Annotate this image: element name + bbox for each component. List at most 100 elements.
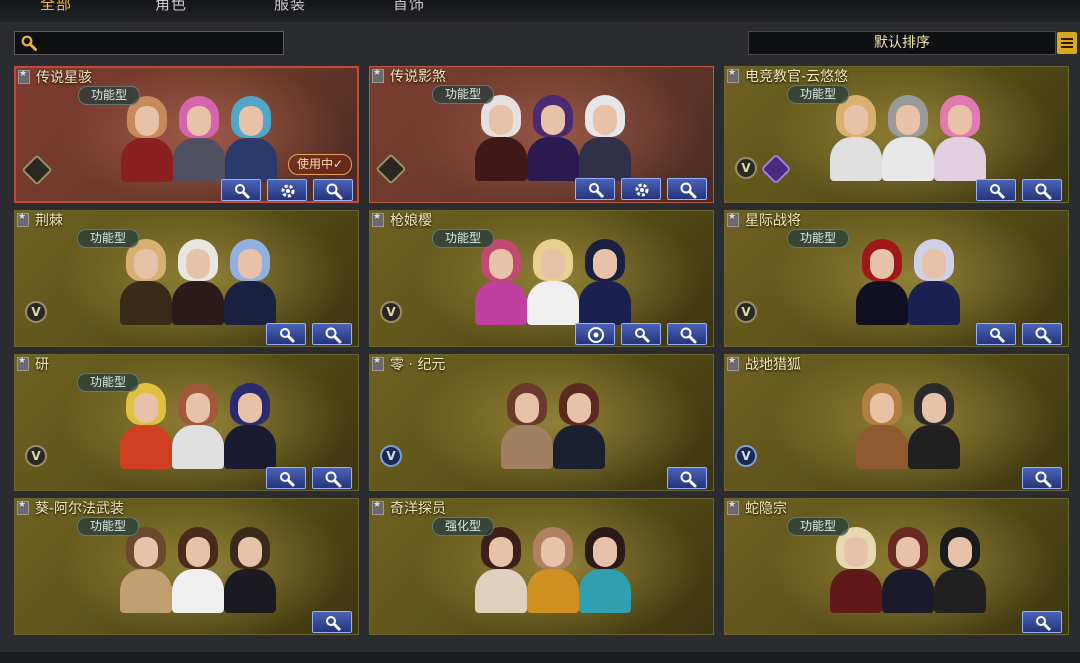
in-use-badge: 使用中✓ (287, 154, 352, 175)
character-portrait (473, 235, 529, 325)
skin-card[interactable]: 荆棘功能型 V (14, 210, 359, 347)
settings-button[interactable] (621, 178, 661, 200)
skin-card[interactable]: 电竞教官-云悠悠功能型 V (724, 66, 1069, 203)
character-portrait (118, 235, 174, 325)
character-portrait (577, 235, 633, 325)
settings-button[interactable] (267, 179, 307, 201)
customize-button[interactable] (1022, 611, 1062, 633)
character-portrait (118, 379, 174, 469)
skin-card[interactable]: 战地猎狐 V (724, 354, 1069, 491)
type-badge: 功能型 (787, 517, 850, 536)
tab-bar: 全部 角色 服装 首饰 (0, 0, 1080, 22)
character-portrait (906, 379, 962, 469)
character-portrait (525, 91, 581, 181)
menu-icon[interactable] (1057, 32, 1077, 54)
card-title: 战地猎狐 (745, 357, 801, 373)
search-input[interactable] (14, 31, 284, 55)
favorite-star-icon[interactable] (727, 500, 739, 515)
tab-accessories[interactable]: 首饰 (393, 0, 425, 14)
customize-button[interactable] (976, 323, 1016, 345)
character-portrait (828, 523, 884, 613)
skin-card[interactable]: 星际战将功能型 V (724, 210, 1069, 347)
preview-button[interactable] (312, 467, 352, 489)
card-title: 葵-阿尔法武装 (35, 501, 125, 517)
skin-card[interactable]: 零 · 纪元 V (369, 354, 714, 491)
favorite-star-icon[interactable] (727, 212, 739, 227)
type-badge: 功能型 (77, 517, 140, 536)
character-portrait (828, 91, 884, 181)
skin-card[interactable]: 枪娘樱功能型 V (369, 210, 714, 347)
character-portrait (118, 523, 174, 613)
character-portraits (725, 377, 1068, 469)
favorite-star-icon[interactable] (18, 69, 30, 84)
skin-card[interactable]: 传说星骇功能型使用中✓ (14, 66, 359, 203)
favorite-star-icon[interactable] (372, 500, 384, 515)
preview-button[interactable] (667, 178, 707, 200)
favorite-star-icon[interactable] (372, 356, 384, 371)
character-portrait (222, 235, 278, 325)
skin-card[interactable]: 研功能型 V (14, 354, 359, 491)
card-title: 荆棘 (35, 213, 63, 229)
type-badge: 功能型 (432, 85, 495, 104)
skin-card[interactable]: 奇洋探员强化型 (369, 498, 714, 635)
character-portrait (854, 379, 910, 469)
favorite-star-icon[interactable] (372, 212, 384, 227)
character-portrait (473, 91, 529, 181)
v-rank-icon: V (25, 445, 47, 467)
type-badge: 功能型 (432, 229, 495, 248)
favorite-star-icon[interactable] (727, 68, 739, 83)
customize-button[interactable] (312, 611, 352, 633)
character-portrait (222, 523, 278, 613)
character-portrait (499, 379, 555, 469)
tab-all[interactable]: 全部 (40, 0, 72, 14)
preview-button[interactable] (1022, 179, 1062, 201)
card-title: 星际战将 (745, 213, 801, 229)
tab-outfits[interactable]: 服装 (274, 0, 306, 14)
character-portrait (525, 523, 581, 613)
customize-button[interactable] (575, 178, 615, 200)
preview-button[interactable] (312, 323, 352, 345)
favorite-star-icon[interactable] (727, 356, 739, 371)
preview-button[interactable] (1022, 323, 1062, 345)
favorite-star-icon[interactable] (17, 500, 29, 515)
type-badge: 功能型 (787, 85, 850, 104)
customize-button[interactable] (976, 179, 1016, 201)
voice-button[interactable] (575, 323, 615, 345)
preview-button[interactable] (667, 467, 707, 489)
character-portrait (906, 235, 962, 325)
tab-characters[interactable]: 角色 (155, 0, 187, 14)
character-portrait (473, 523, 529, 613)
character-portrait (525, 235, 581, 325)
favorite-star-icon[interactable] (372, 68, 384, 83)
customize-button[interactable] (266, 323, 306, 345)
character-portraits (725, 521, 1068, 613)
customize-button[interactable] (266, 467, 306, 489)
character-portrait (577, 91, 633, 181)
character-portrait (223, 92, 279, 182)
character-portrait (854, 235, 910, 325)
character-portrait (880, 91, 936, 181)
skin-card[interactable]: 葵-阿尔法武装功能型 (14, 498, 359, 635)
customize-button[interactable] (621, 323, 661, 345)
preview-button[interactable] (313, 179, 353, 201)
favorite-star-icon[interactable] (17, 356, 29, 371)
preview-button[interactable] (667, 323, 707, 345)
preview-button[interactable] (1022, 467, 1062, 489)
favorite-star-icon[interactable] (17, 212, 29, 227)
customize-button[interactable] (221, 179, 261, 201)
character-portrait (119, 92, 175, 182)
character-portrait (170, 379, 226, 469)
character-portraits (370, 233, 713, 325)
character-portrait (222, 379, 278, 469)
skin-card[interactable]: 蛇隐宗功能型 (724, 498, 1069, 635)
v-rank-icon: V (380, 445, 402, 467)
type-badge: 功能型 (77, 373, 140, 392)
card-title: 电竞教官-云悠悠 (745, 69, 849, 85)
character-portraits (15, 521, 358, 613)
sort-dropdown[interactable]: 默认排序 (748, 31, 1056, 55)
skin-card[interactable]: 传说影煞功能型 (369, 66, 714, 203)
character-portrait (171, 92, 227, 182)
type-badge: 功能型 (787, 229, 850, 248)
card-title: 传说星骇 (36, 70, 92, 86)
character-portrait (170, 523, 226, 613)
